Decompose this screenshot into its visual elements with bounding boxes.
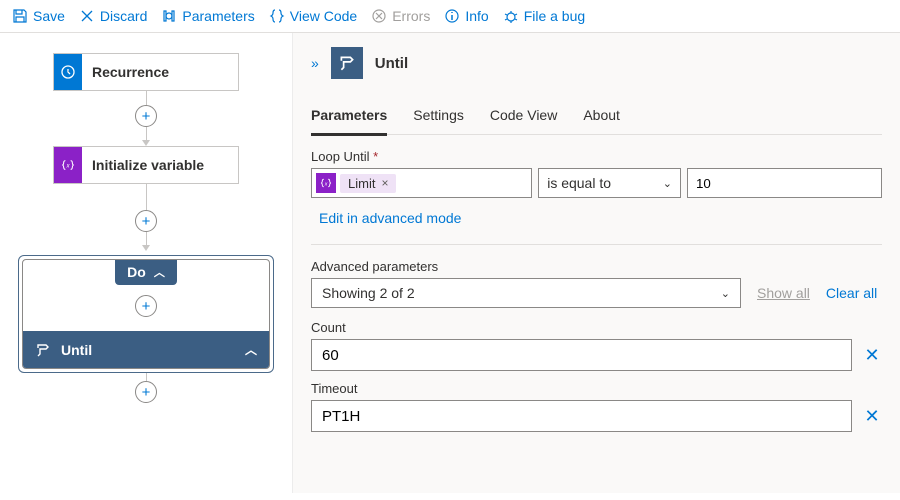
expression-input[interactable]: x Limit × bbox=[311, 168, 532, 198]
file-bug-label: File a bug bbox=[524, 8, 585, 24]
remove-token-button[interactable]: × bbox=[381, 176, 388, 190]
variable-icon: x bbox=[54, 147, 82, 183]
properties-panel: » Until Parameters Settings Code View Ab… bbox=[292, 33, 900, 493]
save-label: Save bbox=[33, 8, 65, 24]
value-input[interactable] bbox=[687, 168, 882, 198]
error-icon bbox=[371, 8, 387, 24]
designer-canvas: Recurrence + x Initialize variable + bbox=[0, 33, 292, 493]
init-var-label: Initialize variable bbox=[82, 157, 214, 173]
variable-icon: x bbox=[316, 173, 336, 193]
info-button[interactable]: Info bbox=[444, 8, 488, 24]
chevron-down-icon: ⌄ bbox=[663, 177, 672, 190]
node-initialize-variable[interactable]: x Initialize variable bbox=[53, 146, 239, 184]
toolbar: Save Discard Parameters View Code Errors… bbox=[0, 0, 900, 33]
add-step-button[interactable]: + bbox=[135, 105, 157, 127]
clear-all-link[interactable]: Clear all bbox=[826, 285, 877, 301]
chevron-up-icon: ︿ bbox=[245, 341, 257, 358]
close-icon bbox=[79, 8, 95, 24]
until-label: Until bbox=[61, 342, 92, 358]
operator-select[interactable]: is equal to ⌄ bbox=[538, 168, 681, 198]
braces-icon bbox=[269, 8, 285, 24]
advanced-parameters-label: Advanced parameters bbox=[311, 259, 882, 274]
advanced-parameters-select[interactable]: Showing 2 of 2 ⌄ bbox=[311, 278, 741, 308]
errors-label: Errors bbox=[392, 8, 430, 24]
loop-icon bbox=[35, 342, 51, 358]
discard-label: Discard bbox=[100, 8, 147, 24]
svg-text:x: x bbox=[324, 181, 328, 187]
tab-code-view[interactable]: Code View bbox=[490, 101, 557, 134]
edit-advanced-mode-link[interactable]: Edit in advanced mode bbox=[319, 210, 461, 226]
file-bug-button[interactable]: File a bug bbox=[503, 8, 585, 24]
view-code-label: View Code bbox=[290, 8, 357, 24]
info-label: Info bbox=[465, 8, 488, 24]
svg-text:x: x bbox=[65, 163, 70, 170]
bug-icon bbox=[503, 8, 519, 24]
chevron-down-icon: ⌄ bbox=[721, 287, 730, 300]
parameters-label: Parameters bbox=[182, 8, 254, 24]
add-step-button[interactable]: + bbox=[135, 381, 157, 403]
view-code-button[interactable]: View Code bbox=[269, 8, 357, 24]
panel-tabs: Parameters Settings Code View About bbox=[311, 101, 882, 135]
clear-timeout-button[interactable]: ✕ bbox=[862, 406, 882, 427]
recurrence-label: Recurrence bbox=[82, 64, 179, 80]
clear-count-button[interactable]: ✕ bbox=[862, 345, 882, 366]
tab-parameters[interactable]: Parameters bbox=[311, 101, 387, 136]
show-all-link[interactable]: Show all bbox=[757, 285, 810, 301]
panel-title: Until bbox=[375, 55, 408, 72]
chevron-up-icon: ︿ bbox=[154, 264, 165, 280]
loop-until-label: Loop Until * bbox=[311, 149, 882, 164]
token-limit[interactable]: Limit × bbox=[340, 174, 396, 193]
tab-about[interactable]: About bbox=[583, 101, 620, 134]
add-step-button[interactable]: + bbox=[135, 210, 157, 232]
parameters-button[interactable]: Parameters bbox=[161, 8, 254, 24]
save-button[interactable]: Save bbox=[12, 8, 65, 24]
add-step-button[interactable]: + bbox=[135, 295, 157, 317]
do-label: Do bbox=[127, 264, 146, 280]
count-label: Count bbox=[311, 320, 882, 335]
collapse-panel-button[interactable]: » bbox=[311, 55, 319, 71]
node-recurrence[interactable]: Recurrence bbox=[53, 53, 239, 91]
until-group-selected: Do ︿ + Until ︿ bbox=[18, 255, 274, 373]
tab-settings[interactable]: Settings bbox=[413, 101, 464, 134]
parameters-icon bbox=[161, 8, 177, 24]
loop-icon bbox=[331, 47, 363, 79]
until-header[interactable]: Until ︿ bbox=[23, 331, 269, 368]
count-input[interactable] bbox=[311, 339, 852, 371]
info-icon bbox=[444, 8, 460, 24]
timeout-label: Timeout bbox=[311, 381, 882, 396]
errors-button: Errors bbox=[371, 8, 430, 24]
clock-icon bbox=[54, 54, 82, 90]
do-header[interactable]: Do ︿ bbox=[115, 259, 177, 285]
discard-button[interactable]: Discard bbox=[79, 8, 147, 24]
timeout-input[interactable] bbox=[311, 400, 852, 432]
until-group[interactable]: Do ︿ + Until ︿ bbox=[22, 259, 270, 369]
save-icon bbox=[12, 8, 28, 24]
